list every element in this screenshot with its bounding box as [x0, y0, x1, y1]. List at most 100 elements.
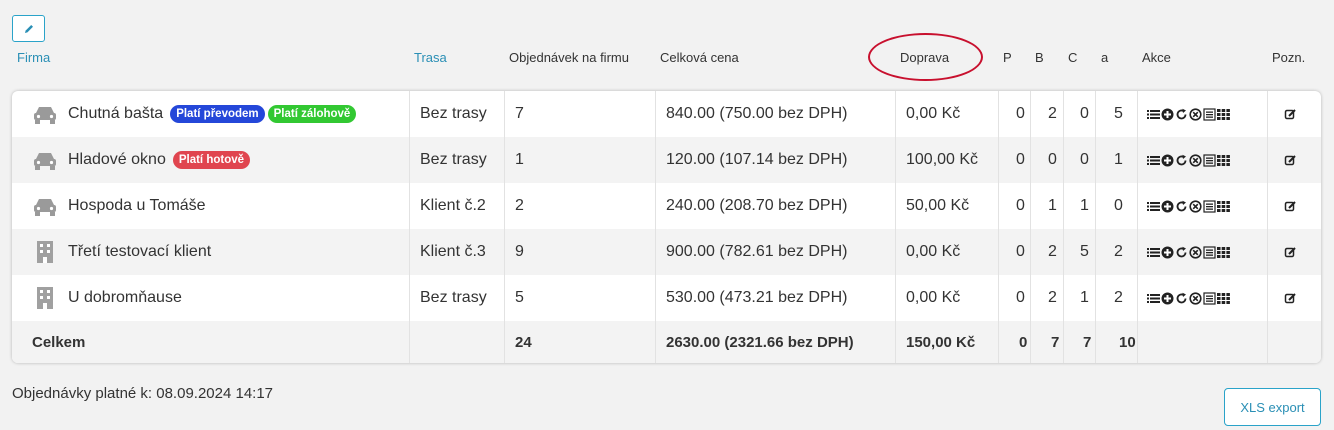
edit-note-icon[interactable] [1284, 200, 1297, 213]
p-count-cell: 0 [1016, 105, 1025, 122]
firm-name[interactable]: Chutná bašta [68, 105, 163, 123]
delivery-cell: 100,00 Kč [906, 151, 979, 168]
total-b: 7 [1051, 333, 1060, 351]
edit-note-icon[interactable] [1284, 246, 1297, 259]
firm-cell: Třetí testovací klient [32, 229, 215, 275]
p-count-cell: 0 [1016, 289, 1025, 306]
actions-cell [1147, 137, 1230, 183]
header-pozn: Pozn. [1272, 50, 1306, 65]
grid-icon[interactable] [1217, 200, 1230, 213]
order-count-cell: 1 [515, 151, 524, 168]
plus-circle-icon[interactable] [1161, 154, 1174, 167]
total-label: Celkem [32, 333, 86, 351]
b-count-cell: 2 [1048, 289, 1057, 306]
edit-button[interactable] [12, 15, 45, 42]
remove-circle-icon[interactable] [1189, 245, 1202, 259]
note-cell [1284, 229, 1297, 275]
note-cell [1284, 275, 1297, 321]
firm-name[interactable]: Hospoda u Tomáše [68, 197, 206, 215]
document-icon[interactable] [1203, 245, 1216, 259]
b-count-cell: 1 [1048, 197, 1057, 214]
header-trasa[interactable]: Trasa [414, 50, 447, 65]
document-icon[interactable] [1203, 291, 1216, 305]
plus-circle-icon[interactable] [1161, 246, 1174, 259]
edit-note-icon[interactable] [1284, 154, 1297, 167]
a-count-cell: 1 [1114, 151, 1123, 168]
order-count-cell: 9 [515, 243, 524, 260]
header-objednavek: Objednávek na firmu [509, 50, 629, 65]
list-icon[interactable] [1147, 200, 1160, 213]
grid-icon[interactable] [1217, 108, 1230, 121]
actions-cell [1147, 229, 1230, 275]
orders-valid-timestamp: Objednávky platné k: 08.09.2024 14:17 [12, 385, 274, 402]
firm-name[interactable]: U dobromňause [68, 289, 182, 307]
list-icon[interactable] [1147, 154, 1160, 167]
document-icon[interactable] [1203, 107, 1216, 121]
document-icon[interactable] [1203, 153, 1216, 167]
b-count-cell: 2 [1048, 243, 1057, 260]
b-count-cell: 0 [1048, 151, 1057, 168]
total-delivery: 150,00 Kč [906, 333, 976, 351]
grid-icon[interactable] [1217, 154, 1230, 167]
delivery-cell: 0,00 Kč [906, 289, 961, 306]
p-count-cell: 0 [1016, 197, 1025, 214]
remove-circle-icon[interactable] [1189, 291, 1202, 305]
total-order-count: 24 [515, 333, 532, 351]
trasa-cell: Bez trasy [420, 289, 487, 306]
total-price-cell: 900.00 (782.61 bez DPH) [666, 243, 848, 260]
edit-note-icon[interactable] [1284, 108, 1297, 121]
plus-circle-icon[interactable] [1161, 292, 1174, 305]
order-count-cell: 7 [515, 105, 524, 122]
refresh-icon[interactable] [1175, 292, 1188, 305]
list-icon[interactable] [1147, 292, 1160, 305]
order-count-cell: 5 [515, 289, 524, 306]
remove-circle-icon[interactable] [1189, 107, 1202, 121]
payment-badge: Platí zálohově [267, 105, 357, 123]
grid-icon[interactable] [1217, 292, 1230, 305]
header-c: C [1068, 50, 1078, 65]
total-price-cell: 530.00 (473.21 bez DPH) [666, 289, 848, 306]
firm-name[interactable]: Hladové okno [68, 151, 166, 169]
table-row: U dobromňause Bez trasy 5 530.00 (473.21 be… [12, 275, 1321, 321]
remove-circle-icon[interactable] [1189, 199, 1202, 213]
column-divider [998, 91, 999, 363]
payment-badge: Platí převodem [170, 105, 265, 123]
car-icon [32, 102, 58, 126]
edit-note-icon[interactable] [1284, 292, 1297, 305]
orders-table: Chutná bašta Platí převodem Platí zálohově… [12, 91, 1321, 363]
xls-export-button[interactable]: XLS export [1224, 388, 1321, 426]
b-count-cell: 2 [1048, 105, 1057, 122]
plus-circle-icon[interactable] [1161, 108, 1174, 121]
list-icon[interactable] [1147, 108, 1160, 121]
document-icon[interactable] [1203, 199, 1216, 213]
firm-name[interactable]: Třetí testovací klient [68, 243, 211, 261]
list-icon[interactable] [1147, 246, 1160, 259]
refresh-icon[interactable] [1175, 246, 1188, 259]
c-count-cell: 0 [1080, 105, 1089, 122]
trasa-cell: Bez trasy [420, 151, 487, 168]
building-icon [32, 286, 58, 310]
delivery-cell: 0,00 Kč [906, 243, 961, 260]
actions-cell [1147, 91, 1230, 137]
plus-circle-icon[interactable] [1161, 200, 1174, 213]
delivery-cell: 0,00 Kč [906, 105, 961, 122]
total-row: Celkem 24 2630.00 (2321.66 bez DPH) 150,00 … [12, 321, 1321, 363]
payment-badge: Platí hotově [172, 151, 251, 169]
header-doprava: Doprava [900, 50, 950, 65]
grid-icon[interactable] [1217, 246, 1230, 259]
a-count-cell: 2 [1114, 243, 1123, 260]
total-price-cell: 240.00 (208.70 bez DPH) [666, 197, 848, 214]
p-count-cell: 0 [1016, 243, 1025, 260]
total-price-cell: 840.00 (750.00 bez DPH) [666, 105, 848, 122]
refresh-icon[interactable] [1175, 108, 1188, 121]
refresh-icon[interactable] [1175, 154, 1188, 167]
column-divider [1267, 91, 1268, 363]
header-firma[interactable]: Firma [17, 50, 50, 65]
column-divider [895, 91, 896, 363]
total-price-cell: 120.00 (107.14 bez DPH) [666, 151, 848, 168]
header-akce: Akce [1142, 50, 1171, 65]
c-count-cell: 5 [1080, 243, 1089, 260]
refresh-icon[interactable] [1175, 200, 1188, 213]
actions-cell [1147, 275, 1230, 321]
remove-circle-icon[interactable] [1189, 153, 1202, 167]
